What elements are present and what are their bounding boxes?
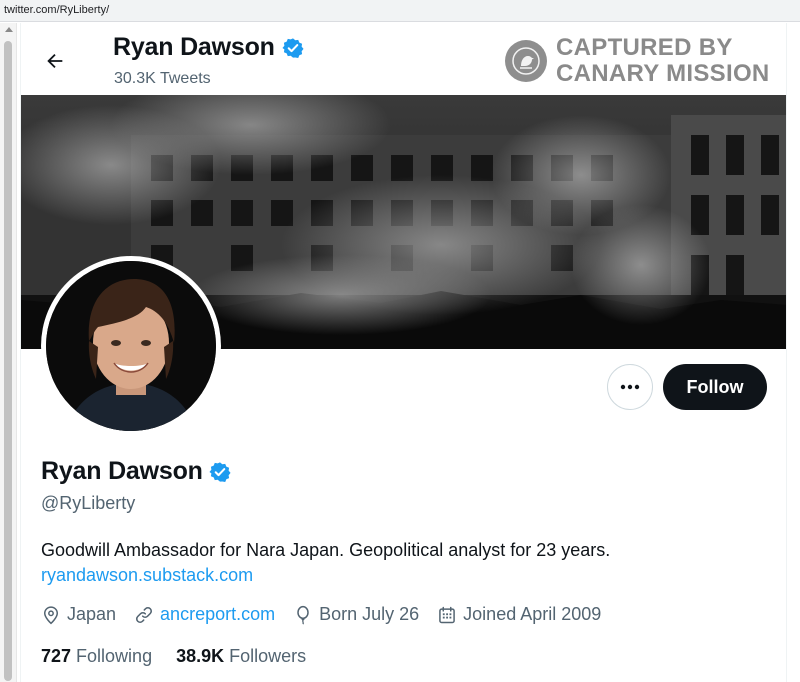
location-pin-icon bbox=[43, 605, 59, 624]
arrow-left-icon bbox=[47, 53, 63, 69]
scroll-up-arrow-icon[interactable] bbox=[5, 27, 13, 32]
watermark-line-1: CAPTURED BY bbox=[556, 34, 733, 61]
birthday-item: Born July 26 bbox=[293, 604, 419, 625]
url-text[interactable]: twitter.com/RyLiberty/ bbox=[4, 4, 109, 16]
followers-count: 38.9K bbox=[176, 646, 225, 666]
followers-label: Followers bbox=[229, 646, 307, 666]
avatar[interactable] bbox=[41, 256, 221, 436]
header-title: Ryan Dawson bbox=[113, 33, 304, 62]
avatar-photo bbox=[46, 261, 216, 431]
bio-link[interactable]: ryandawson.substack.com bbox=[41, 565, 253, 586]
profile-page: Ryan Dawson 30.3K Tweets CAPTURED BY CAN… bbox=[20, 23, 787, 682]
profile-handle: @RyLiberty bbox=[41, 493, 136, 513]
profile-meta: Japan ancreport.com Born July 26 Joined … bbox=[41, 604, 619, 625]
website-item: ancreport.com bbox=[134, 604, 275, 625]
scrollbar[interactable] bbox=[0, 23, 17, 682]
watermark-text: CAPTURED BY CANARY MISSION bbox=[556, 35, 770, 87]
balloon-icon bbox=[297, 605, 309, 624]
more-dots-icon bbox=[620, 384, 640, 390]
following-label: Following bbox=[76, 646, 153, 666]
following-count: 727 bbox=[41, 646, 72, 666]
watermark-line-2: CANARY MISSION bbox=[556, 60, 770, 87]
birthday-text: Born July 26 bbox=[319, 604, 420, 624]
profile-bio: Goodwill Ambassador for Nara Japan. Geop… bbox=[41, 540, 611, 560]
canary-mission-watermark: CAPTURED BY CANARY MISSION bbox=[505, 35, 770, 87]
follow-button[interactable]: Follow bbox=[663, 364, 767, 410]
joined-text: Joined April 2009 bbox=[463, 604, 602, 624]
follow-stats: 727 Following 38.9K Followers bbox=[41, 646, 330, 667]
location-item: Japan bbox=[41, 604, 116, 625]
calendar-icon bbox=[439, 606, 456, 623]
website-link[interactable]: ancreport.com bbox=[160, 604, 275, 625]
canary-bird-logo-icon bbox=[505, 40, 547, 82]
joined-item: Joined April 2009 bbox=[437, 604, 601, 625]
profile-name: Ryan Dawson bbox=[41, 457, 203, 485]
header-name: Ryan Dawson bbox=[113, 33, 275, 61]
profile-name-row: Ryan Dawson bbox=[41, 457, 231, 486]
link-icon bbox=[136, 606, 153, 623]
followers-link[interactable]: 38.9K Followers bbox=[176, 646, 306, 667]
browser-address-bar[interactable]: twitter.com/RyLiberty/ bbox=[0, 0, 800, 22]
tweet-count: 30.3K Tweets bbox=[114, 70, 211, 87]
back-button[interactable] bbox=[37, 43, 73, 79]
more-options-button[interactable] bbox=[607, 364, 653, 410]
following-link[interactable]: 727 Following bbox=[41, 646, 152, 667]
verified-badge-icon[interactable] bbox=[282, 37, 304, 59]
location-text: Japan bbox=[67, 604, 117, 624]
scrollbar-thumb[interactable] bbox=[4, 41, 12, 681]
verified-badge-icon[interactable] bbox=[209, 461, 231, 483]
